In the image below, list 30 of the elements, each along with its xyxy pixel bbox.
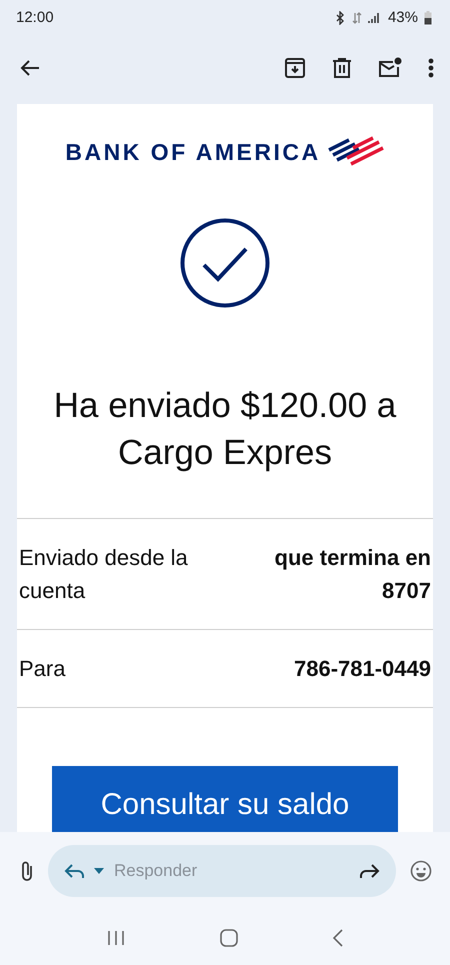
check-balance-button[interactable]: Consultar su saldo — [52, 766, 398, 832]
detail-label: Para — [19, 655, 66, 683]
flag-logo-icon — [326, 136, 385, 168]
archive-icon — [284, 56, 306, 78]
smiley-icon — [410, 860, 432, 882]
trash-icon — [332, 56, 352, 78]
paperclip-icon — [20, 860, 34, 882]
data-icon — [352, 10, 362, 24]
caret-icon — [94, 868, 104, 874]
brand-name: BANK OF AMERICA — [65, 138, 321, 166]
recents-icon — [107, 930, 126, 946]
checkmark-circle-icon — [180, 218, 270, 308]
detail-value: 786-781-0449 — [294, 655, 431, 683]
clock: 12:00 — [16, 9, 54, 26]
chevron-left-icon — [332, 928, 343, 946]
bluetooth-icon — [334, 10, 346, 24]
home-icon — [220, 928, 238, 946]
more-icon — [428, 58, 434, 78]
signal-icon — [368, 12, 382, 24]
mail-dot-icon — [378, 56, 402, 78]
back-arrow-icon — [20, 58, 40, 76]
reply-input[interactable]: Responder — [112, 860, 350, 882]
battery-level: 43% — [388, 9, 418, 26]
battery-icon — [424, 10, 432, 24]
reply-icon — [64, 863, 86, 879]
confirmation-heading: Ha enviado $120.00 a Cargo Expres — [52, 385, 398, 474]
forward-icon — [358, 863, 380, 879]
reply-field[interactable]: Responder — [48, 845, 396, 897]
detail-value: que termina en 8707 — [274, 544, 431, 605]
detail-label: Enviado desde la cuenta — [19, 544, 189, 605]
